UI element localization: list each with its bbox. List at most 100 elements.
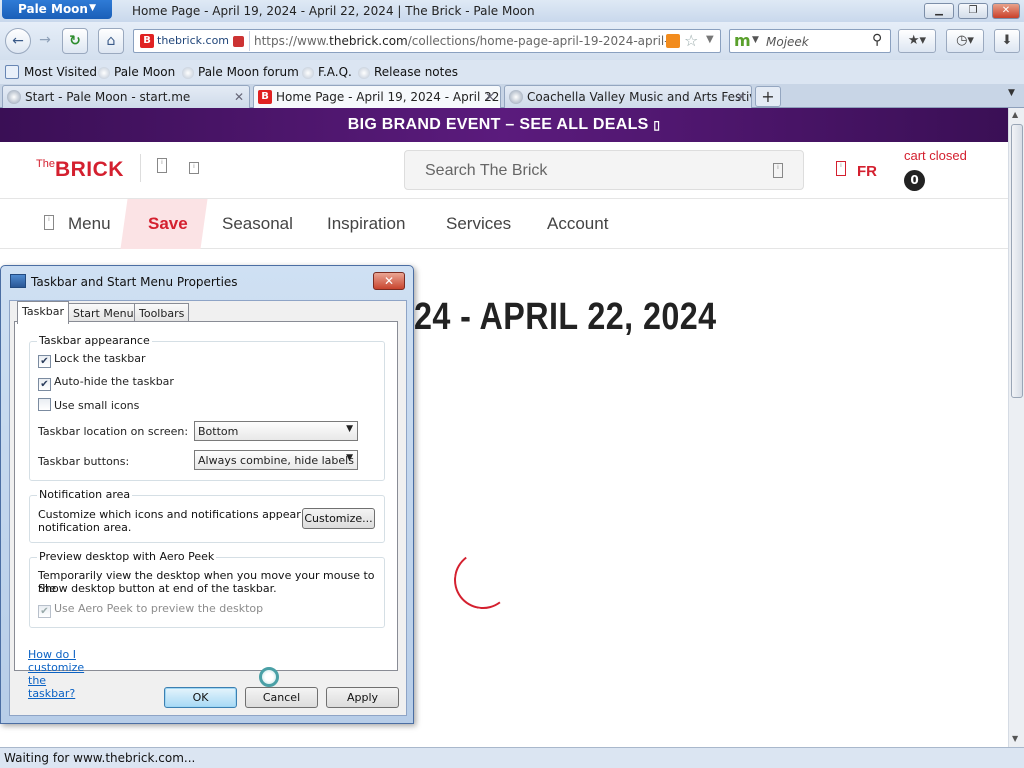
- buttons-label: Taskbar buttons:: [38, 455, 130, 468]
- home-icon[interactable]: ⌂: [98, 28, 124, 54]
- location-value: Bottom: [198, 425, 239, 438]
- group-title: Preview desktop with Aero Peek: [37, 550, 217, 563]
- dialog-close-button[interactable]: ✕: [373, 272, 405, 290]
- bookmarks-manage-icon[interactable]: [5, 65, 19, 79]
- main-navigation: ⁞ Menu Save Seasonal Inspiration Service…: [0, 199, 1008, 249]
- language-toggle[interactable]: FR: [857, 163, 877, 180]
- group-title: Notification area: [37, 488, 133, 501]
- close-icon[interactable]: ✕: [234, 90, 244, 104]
- checkbox-label: Use small icons: [54, 399, 140, 412]
- url-prefix: https://www.: [254, 34, 330, 48]
- hamburger-menu-icon[interactable]: ⁞: [44, 215, 54, 230]
- tab-start-menu[interactable]: Start Menu: [68, 303, 139, 323]
- tab-the-brick[interactable]: B Home Page - April 19, 2024 - April 22,…: [253, 85, 501, 109]
- tab-toolbars[interactable]: Toolbars: [134, 303, 190, 323]
- scroll-up-arrow-icon[interactable]: ▲: [1012, 110, 1018, 119]
- url-bar[interactable]: Bthebrick.com https://www.thebrick.com/c…: [133, 29, 721, 53]
- tab-coachella[interactable]: Coachella Valley Music and Arts Festival…: [504, 85, 752, 108]
- nav-menu[interactable]: Menu: [68, 214, 111, 234]
- search-bar[interactable]: m ▼ Mojeek ⚲: [729, 29, 891, 53]
- reload-icon[interactable]: ↻: [62, 28, 88, 54]
- forward-arrow-icon[interactable]: →: [32, 28, 58, 54]
- buttons-value: Always combine, hide labels: [198, 454, 354, 467]
- chevron-down-icon[interactable]: ▼: [752, 35, 759, 45]
- navigation-toolbar: ← → ↻ ⌂ Bthebrick.com https://www.thebri…: [0, 22, 1024, 60]
- page-scrollbar[interactable]: ▲ ▼: [1008, 108, 1024, 747]
- bookmarks-menu-button[interactable]: ★▾: [898, 29, 936, 53]
- site-header: TheBRICK ⁞ ⁞ Search The Brick ⁞ ⁞ FR car…: [0, 142, 1008, 199]
- bookmarks-toolbar: Most Visited Pale Moon Pale Moon forum F…: [0, 60, 1024, 84]
- aero-peek-checkbox: ✔ Use Aero Peek to preview the desktop: [38, 602, 263, 618]
- rss-icon[interactable]: [666, 34, 680, 48]
- magnifier-icon[interactable]: ⚲: [872, 32, 882, 48]
- close-icon[interactable]: ✕: [485, 90, 495, 104]
- tab-start-pale-moon[interactable]: Start - Pale Moon - start.me ✕: [2, 85, 250, 108]
- nav-inspiration[interactable]: Inspiration: [327, 214, 405, 234]
- checkbox-checked-icon: ✔: [38, 605, 51, 618]
- site-identity-label: thebrick.com: [157, 34, 230, 47]
- lock-taskbar-checkbox[interactable]: ✔ Lock the taskbar: [38, 352, 146, 368]
- help-link[interactable]: How do I customize the taskbar?: [28, 648, 84, 700]
- bookmark-faq[interactable]: F.A.Q.: [302, 65, 352, 79]
- site-search-input[interactable]: Search The Brick ⁞: [404, 150, 804, 190]
- globe-icon: [98, 66, 110, 79]
- app-menu-button[interactable]: Pale Moon ▼: [2, 0, 112, 19]
- bookmark-label: Pale Moon forum: [198, 65, 299, 79]
- nav-save[interactable]: Save: [148, 214, 188, 234]
- autohide-taskbar-checkbox[interactable]: ✔ Auto-hide the taskbar: [38, 375, 174, 391]
- tab-strip: Start - Pale Moon - start.me ✕ B Home Pa…: [0, 84, 1024, 109]
- new-tab-button[interactable]: +: [755, 86, 781, 107]
- star-icon[interactable]: ☆: [684, 31, 698, 50]
- back-arrow-icon[interactable]: ←: [5, 28, 31, 54]
- ok-button[interactable]: OK: [164, 687, 237, 708]
- close-icon[interactable]: ✕: [736, 90, 746, 104]
- mojeek-engine-icon[interactable]: m: [734, 31, 751, 50]
- brick-logo[interactable]: TheBRICK: [36, 158, 124, 182]
- tab-taskbar[interactable]: Taskbar: [17, 301, 69, 324]
- cart-status[interactable]: cart closed: [904, 148, 967, 163]
- brick-favicon-icon: B: [140, 34, 154, 48]
- buttons-select[interactable]: Always combine, hide labels ▼: [194, 450, 358, 470]
- cancel-button[interactable]: Cancel: [245, 687, 318, 708]
- logo-brick: BRICK: [54, 158, 124, 181]
- aero-peek-group: Preview desktop with Aero Peek Temporari…: [29, 550, 385, 628]
- aero-desc-line2: Show desktop button at end of the taskba…: [38, 582, 277, 595]
- url-text[interactable]: https://www.thebrick.com/collections/hom…: [254, 34, 674, 48]
- cart-count-badge[interactable]: 0: [904, 170, 925, 191]
- restore-button[interactable]: ❐: [958, 3, 988, 19]
- apply-button[interactable]: Apply: [326, 687, 399, 708]
- customize-button[interactable]: Customize...: [302, 508, 375, 529]
- checkbox-checked-icon: ✔: [38, 378, 51, 391]
- bookmark-pale-moon-forum[interactable]: Pale Moon forum: [182, 65, 299, 79]
- nav-seasonal[interactable]: Seasonal: [222, 214, 293, 234]
- scroll-down-arrow-icon[interactable]: ▼: [1012, 734, 1018, 743]
- bookmark-release-notes[interactable]: Release notes: [358, 65, 458, 79]
- location-select[interactable]: Bottom ▼: [194, 421, 358, 441]
- promo-banner[interactable]: BIG BRAND EVENT – SEE ALL DEALS ▯: [0, 108, 1008, 142]
- small-icons-checkbox[interactable]: Use small icons: [38, 398, 139, 412]
- checkbox-empty-icon: [38, 398, 51, 411]
- site-search-placeholder: Search The Brick: [425, 162, 548, 179]
- globe-icon: [509, 90, 523, 104]
- location-icon[interactable]: ⁞: [189, 162, 199, 174]
- location-label: Taskbar location on screen:: [38, 425, 189, 438]
- tab-list-icon[interactable]: ▼: [1008, 88, 1015, 98]
- download-arrow-icon[interactable]: ⬇: [994, 29, 1020, 53]
- url-dropdown-icon[interactable]: ▼: [706, 34, 714, 45]
- history-button[interactable]: ◷▾: [946, 29, 984, 53]
- scroll-thumb[interactable]: [1011, 124, 1023, 398]
- bookmark-most-visited[interactable]: Most Visited: [24, 65, 97, 79]
- url-path: /collections/home-page-april-19-2024-apr…: [407, 34, 674, 48]
- page-title: 24 - APRIL 22, 2024: [414, 296, 717, 338]
- close-window-button[interactable]: ✕: [992, 3, 1020, 19]
- store-icon[interactable]: ⁞: [157, 158, 167, 173]
- taskbar-icon: [10, 274, 26, 288]
- nav-services[interactable]: Services: [446, 214, 511, 234]
- minimize-button[interactable]: ▁: [924, 3, 954, 19]
- search-icon[interactable]: ⁞: [773, 163, 783, 178]
- site-identity-button[interactable]: Bthebrick.com: [136, 31, 250, 51]
- notification-area-group: Notification area Customize which icons …: [29, 488, 385, 543]
- search-placeholder: Mojeek: [766, 35, 809, 49]
- nav-account[interactable]: Account: [547, 214, 608, 234]
- bookmark-pale-moon[interactable]: Pale Moon: [98, 65, 175, 79]
